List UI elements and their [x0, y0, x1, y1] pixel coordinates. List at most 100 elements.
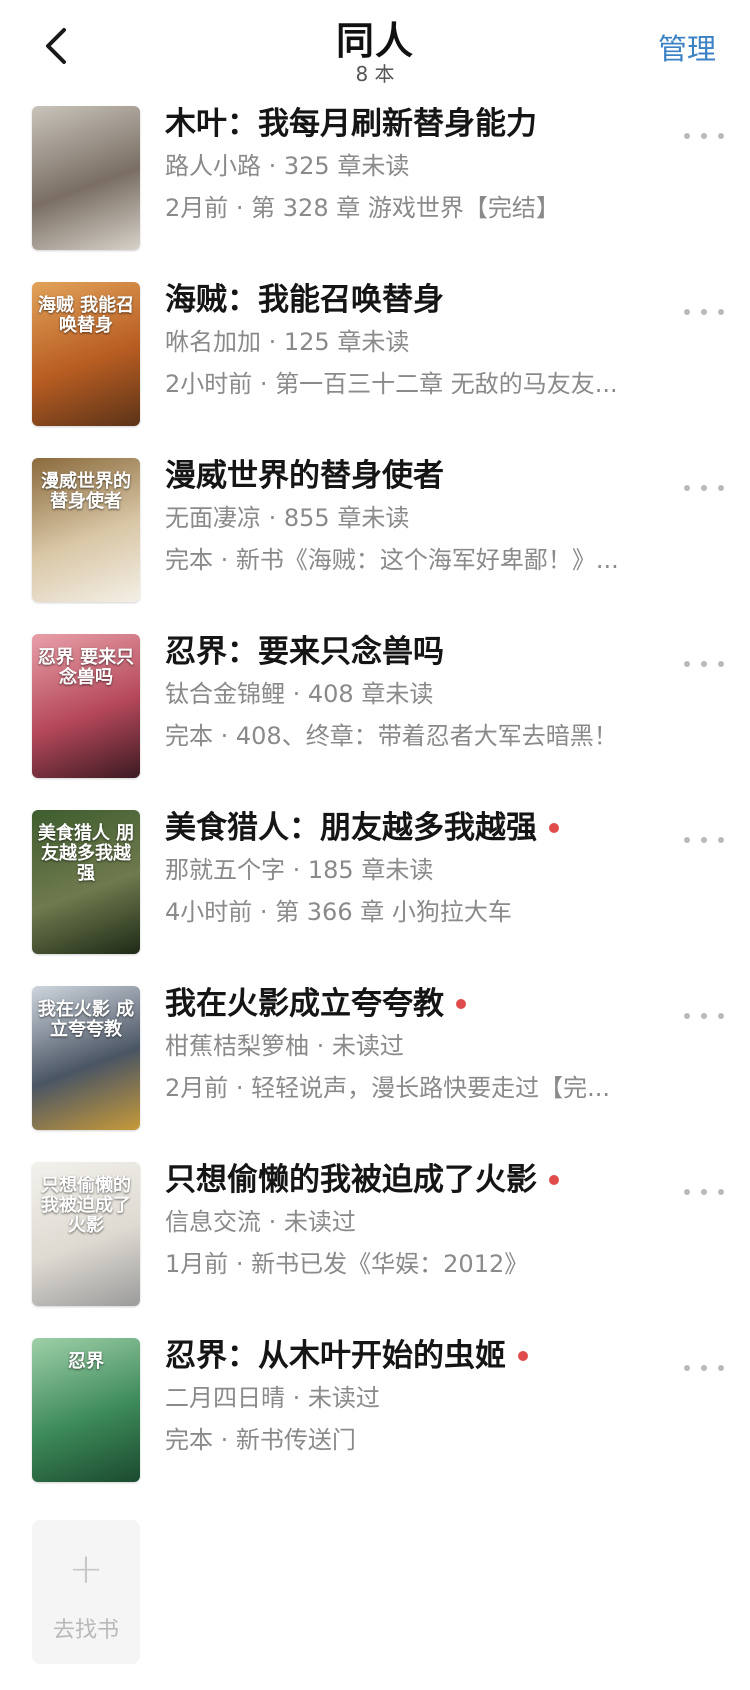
book-title: 忍界：从木叶开始的虫姬 — [165, 1338, 506, 1374]
more-dot-icon — [718, 837, 724, 843]
more-options-button[interactable] — [684, 1358, 724, 1378]
latest-chapter: 2小时前 · 第一百三十二章 无敌的马友友... — [165, 370, 618, 398]
more-dot-icon — [701, 1013, 707, 1019]
more-dot-icon — [718, 1013, 724, 1019]
book-title-row: 我在火影成立夸夸教 — [165, 984, 685, 1024]
author-progress: 咻名加加 · 125 章未读 — [165, 328, 410, 356]
book-cover[interactable]: 我在火影 成立夸夸教 — [32, 986, 140, 1130]
latest-chapter: 完本 · 新书传送门 — [165, 1426, 356, 1454]
latest-chapter: 1月前 · 新书已发《华娱：2012》 — [165, 1250, 529, 1278]
more-options-button[interactable] — [684, 126, 724, 146]
book-title-row: 海贼：我能召唤替身 — [165, 280, 685, 320]
cover-title-text: 漫威世界的 替身使者 — [41, 471, 131, 512]
book-title: 忍界：要来只念兽吗 — [165, 634, 444, 670]
latest-chapter: 4小时前 · 第 366 章 小狗拉大车 — [165, 898, 512, 926]
book-list-item[interactable]: 我在火影 成立夸夸教 我在火影成立夸夸教柑蕉桔梨箩柚 · 未读过 2月前 · 轻轻说… — [0, 984, 750, 1160]
more-dot-icon — [701, 133, 707, 139]
book-info: 海贼：我能召唤替身咻名加加 · 125 章未读 2小时前 · 第一百三十二章 无敌… — [165, 280, 685, 400]
more-dot-icon — [701, 309, 707, 315]
more-dot-icon — [684, 1365, 690, 1371]
update-dot-icon — [518, 1351, 528, 1361]
book-cover[interactable]: 忍界 — [32, 1338, 140, 1482]
book-title: 只想偷懒的我被迫成了火影 — [165, 1162, 537, 1198]
cover-title-text: 只想偷懒的 我被迫成了火影 — [41, 1175, 131, 1236]
latest-chapter: 2月前 · 轻轻说声，漫长路快要走过【完... — [165, 1074, 611, 1102]
more-dot-icon — [718, 309, 724, 315]
more-dot-icon — [718, 485, 724, 491]
more-dot-icon — [684, 661, 690, 667]
book-cover[interactable]: 海贼 我能召唤替身 — [32, 282, 140, 426]
more-dot-icon — [701, 661, 707, 667]
book-title: 漫威世界的替身使者 — [165, 458, 444, 494]
book-list-item[interactable]: 忍界 要来只念兽吗 忍界：要来只念兽吗钛合金锦鲤 · 408 章未读完本 · 40… — [0, 632, 750, 808]
more-dot-icon — [701, 837, 707, 843]
book-list-item[interactable]: 只想偷懒的 我被迫成了火影 只想偷懒的我被迫成了火影信息交流 · 未读过 1月前 ·… — [0, 1160, 750, 1336]
book-info: 漫威世界的替身使者无面凄凉 · 855 章未读完本 · 新书《海贼：这个海军好卑… — [165, 456, 685, 576]
more-options-button[interactable] — [684, 830, 724, 850]
book-info: 木叶：我每月刷新替身能力路人小路 · 325 章未读 2月前 · 第 328 章 … — [165, 104, 685, 224]
cover-title-text: 美食猎人 朋友越多我越强 — [37, 823, 135, 884]
book-title: 海贼：我能召唤替身 — [165, 282, 444, 318]
more-options-button[interactable] — [684, 478, 724, 498]
book-cover[interactable] — [32, 106, 140, 250]
more-dot-icon — [718, 661, 724, 667]
author-progress: 那就五个字 · 185 章未读 — [165, 856, 434, 884]
book-title-row: 漫威世界的替身使者 — [165, 456, 685, 496]
author-progress: 信息交流 · 未读过 — [165, 1208, 356, 1236]
page-title: 同人 — [335, 19, 414, 63]
cover-title-text: 忍界 要来只念兽吗 — [37, 647, 135, 688]
more-dot-icon — [684, 133, 690, 139]
book-cover[interactable]: 忍界 要来只念兽吗 — [32, 634, 140, 778]
book-cover[interactable]: 美食猎人 朋友越多我越强 — [32, 810, 140, 954]
latest-chapter: 完本 · 新书《海贼：这个海军好卑鄙！》... — [165, 546, 619, 574]
book-list-item[interactable]: 忍界 忍界：从木叶开始的虫姬 二月四日晴 · 未读过 完本 · 新书传送门 — [0, 1336, 750, 1512]
book-list-item[interactable]: 木叶：我每月刷新替身能力路人小路 · 325 章未读 2月前 · 第 328 章 … — [0, 104, 750, 280]
book-count: 8 本 — [355, 62, 395, 86]
more-options-button[interactable] — [684, 302, 724, 322]
more-dot-icon — [701, 485, 707, 491]
more-dot-icon — [718, 133, 724, 139]
more-dot-icon — [684, 485, 690, 491]
book-title-row: 忍界：从木叶开始的虫姬 — [165, 1336, 685, 1376]
book-title-row: 只想偷懒的我被迫成了火影 — [165, 1160, 685, 1200]
more-options-button[interactable] — [684, 654, 724, 674]
author-progress: 无面凄凉 · 855 章未读 — [165, 504, 410, 532]
manage-button[interactable]: 管理 — [658, 26, 716, 68]
latest-chapter: 2月前 · 第 328 章 游戏世界【完结】 — [165, 194, 560, 222]
book-title: 我在火影成立夸夸教 — [165, 986, 444, 1022]
cover-title-text: 忍界 — [68, 1351, 104, 1372]
latest-chapter: 完本 · 408、终章：带着忍者大军去暗黑！ — [165, 722, 618, 750]
cover-artwork — [32, 106, 140, 250]
more-dot-icon — [701, 1365, 707, 1371]
book-title-row: 忍界：要来只念兽吗 — [165, 632, 685, 672]
book-title-row: 美食猎人：朋友越多我越强 — [165, 808, 685, 848]
more-dot-icon — [684, 309, 690, 315]
book-list-item[interactable]: 美食猎人 朋友越多我越强 美食猎人：朋友越多我越强那就五个字 · 185 章未读 4… — [0, 808, 750, 984]
more-options-button[interactable] — [684, 1006, 724, 1026]
more-dot-icon — [701, 1189, 707, 1195]
cover-title-text: 我在火影 成立夸夸教 — [37, 999, 135, 1040]
update-dot-icon — [549, 1175, 559, 1185]
more-options-button[interactable] — [684, 1182, 724, 1202]
more-dot-icon — [684, 1013, 690, 1019]
plus-icon: + — [68, 1544, 104, 1593]
author-progress: 钛合金锦鲤 · 408 章未读 — [165, 680, 434, 708]
book-info: 美食猎人：朋友越多我越强那就五个字 · 185 章未读 4小时前 · 第 366 … — [165, 808, 685, 928]
book-info: 只想偷懒的我被迫成了火影信息交流 · 未读过 1月前 · 新书已发《华娱：2012… — [165, 1160, 685, 1280]
update-dot-icon — [549, 823, 559, 833]
book-list-item[interactable]: 海贼 我能召唤替身 海贼：我能召唤替身咻名加加 · 125 章未读 2小时前 · 第… — [0, 280, 750, 456]
book-cover[interactable]: 只想偷懒的 我被迫成了火影 — [32, 1162, 140, 1306]
more-dot-icon — [684, 1189, 690, 1195]
more-dot-icon — [718, 1365, 724, 1371]
book-title: 美食猎人：朋友越多我越强 — [165, 810, 537, 846]
author-progress: 柑蕉桔梨箩柚 · 未读过 — [165, 1032, 404, 1060]
book-title-row: 木叶：我每月刷新替身能力 — [165, 104, 685, 144]
author-progress: 路人小路 · 325 章未读 — [165, 152, 410, 180]
update-dot-icon — [456, 999, 466, 1009]
more-dot-icon — [684, 837, 690, 843]
book-list-item[interactable]: 漫威世界的 替身使者 漫威世界的替身使者无面凄凉 · 855 章未读完本 · 新书… — [0, 456, 750, 632]
more-dot-icon — [718, 1189, 724, 1195]
find-books-button[interactable]: + 去找书 — [32, 1520, 140, 1664]
cover-title-text: 海贼 我能召唤替身 — [37, 295, 135, 336]
book-cover[interactable]: 漫威世界的 替身使者 — [32, 458, 140, 602]
